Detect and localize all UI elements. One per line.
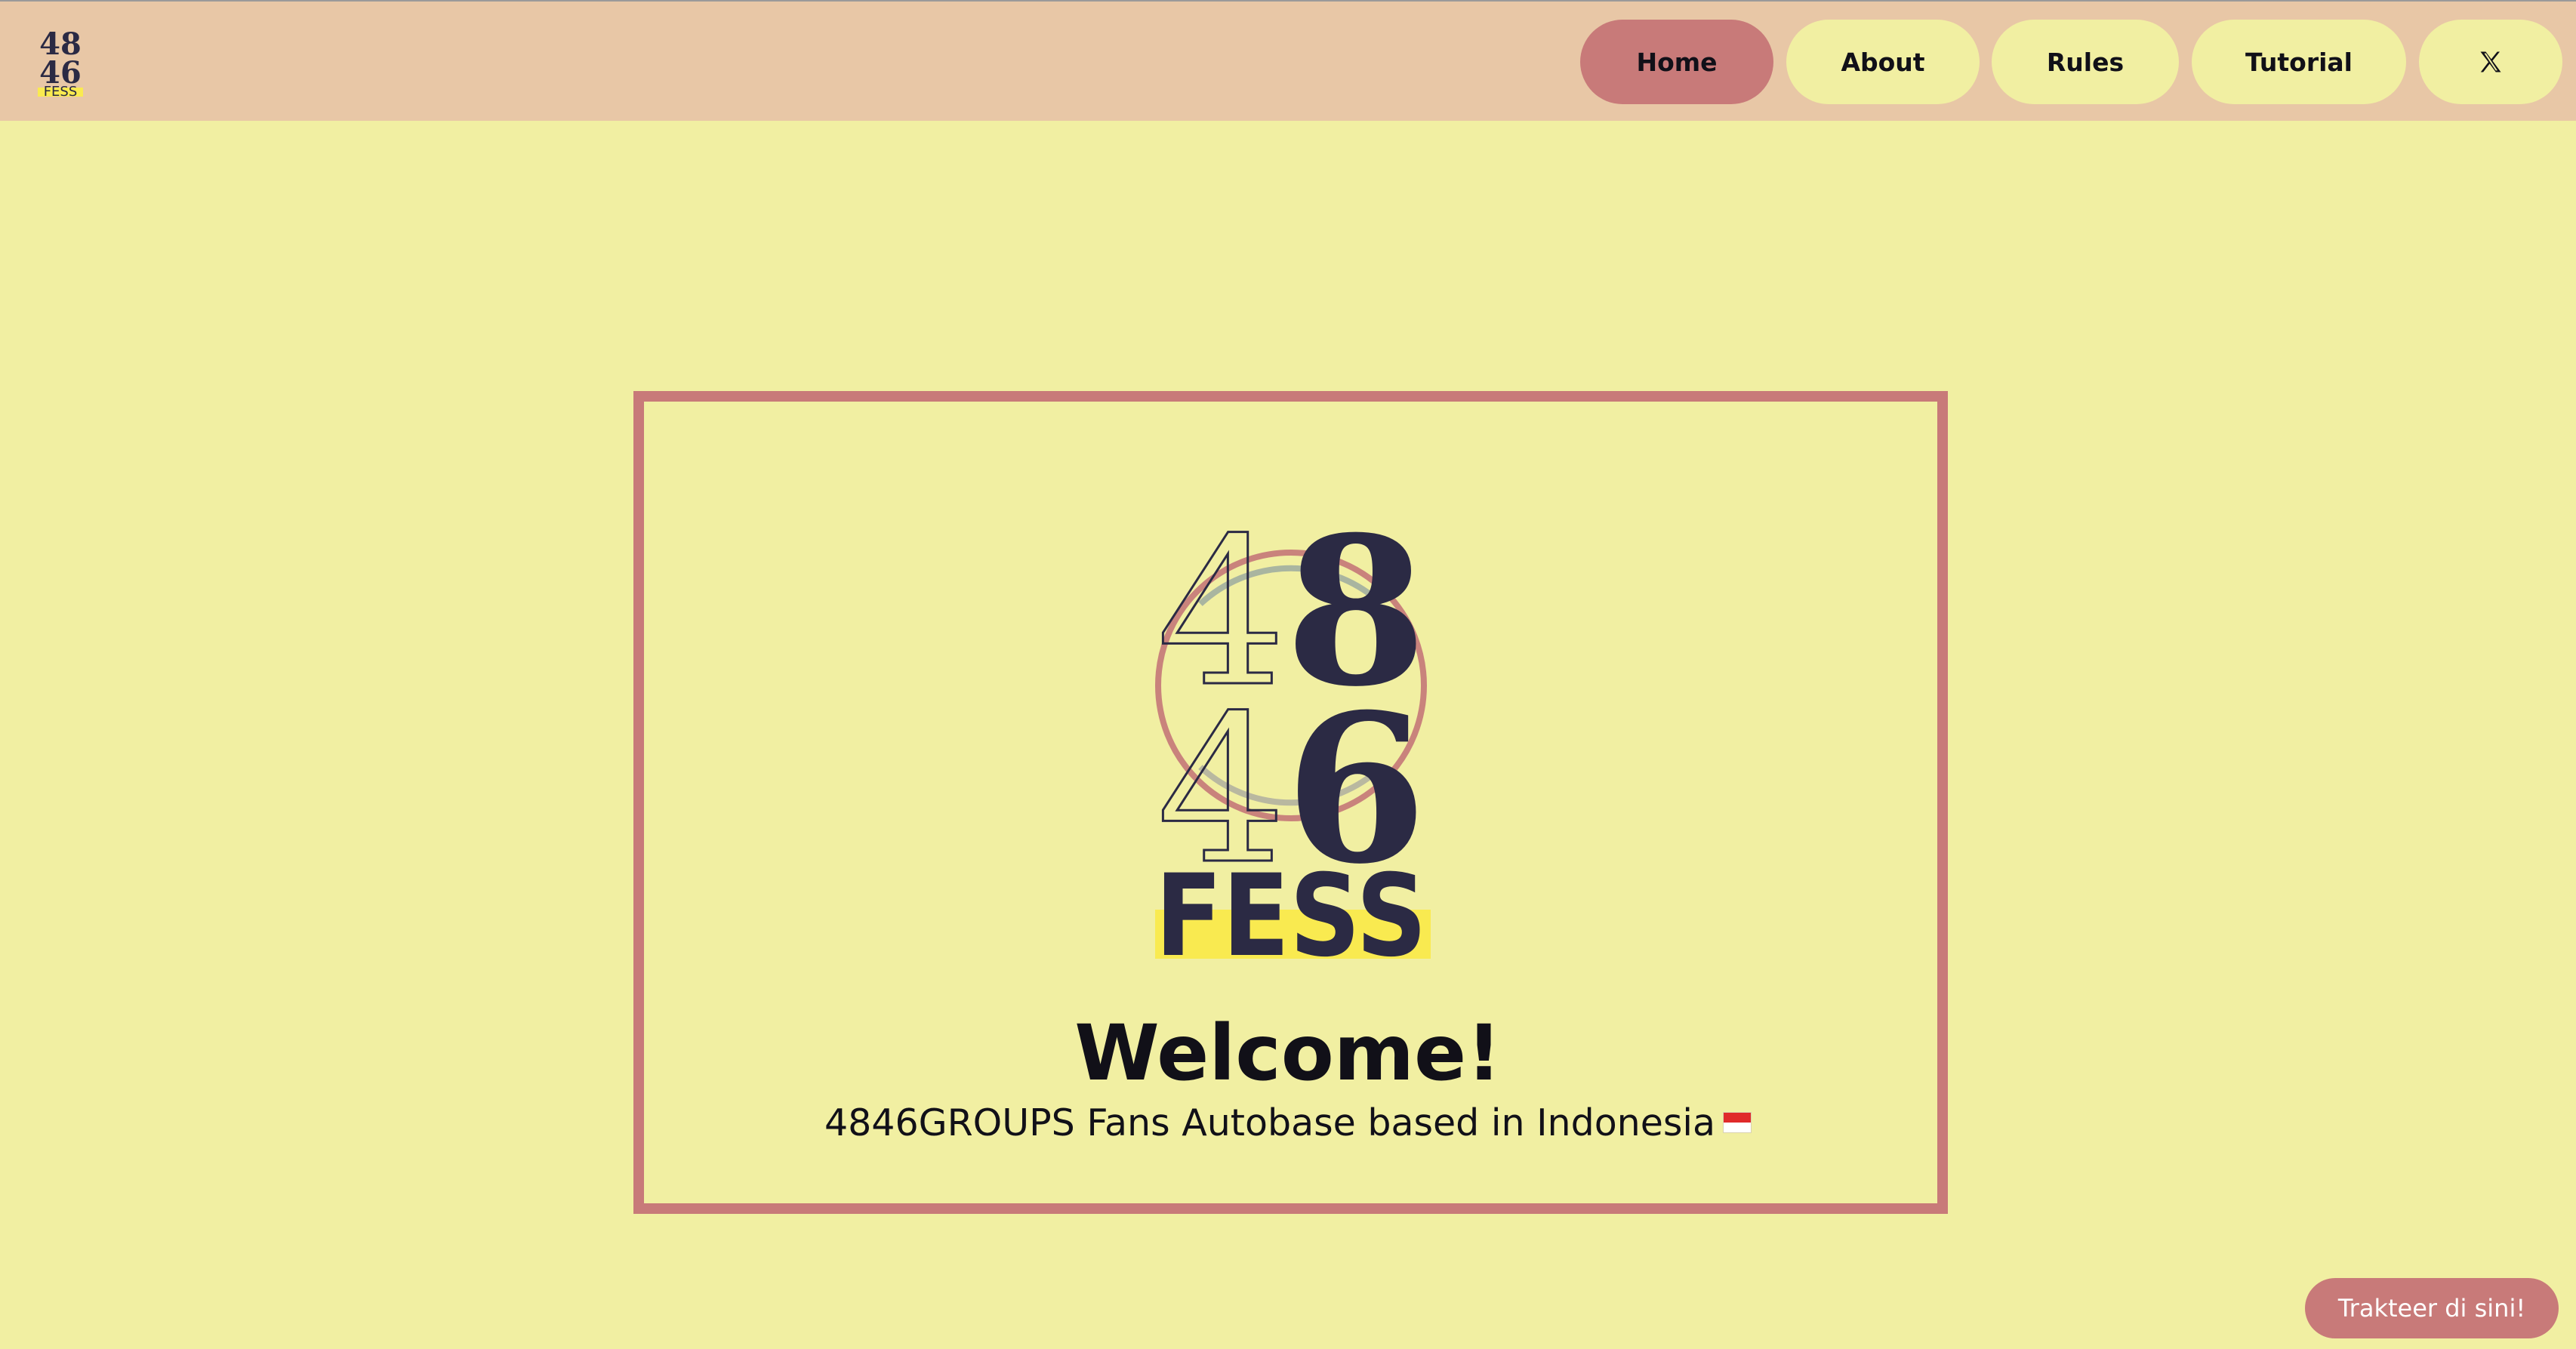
- x-link-button[interactable]: [2419, 20, 2562, 104]
- page-subtitle: 4846GROUPS Fans Autobase based in Indone…: [0, 1104, 2576, 1141]
- logo-fess-text: FESS: [1155, 851, 1427, 966]
- svg-text:FESS: FESS: [44, 84, 78, 98]
- nav-rules-button[interactable]: Rules: [1992, 20, 2179, 104]
- site-logo-icon[interactable]: 46 FESS 48: [35, 24, 86, 98]
- page-title: Welcome!: [1074, 1009, 1502, 1098]
- svg-text:48: 48: [39, 26, 82, 62]
- nav-home-button[interactable]: Home: [1580, 20, 1773, 104]
- trakteer-button[interactable]: Trakteer di sini!: [2305, 1278, 2559, 1338]
- navbar: 46 FESS 48 Home About Rules Tutorial: [0, 2, 2576, 121]
- 4846fess-logo: 4 4 8 6 FESS: [1155, 513, 1431, 966]
- subtitle-text: 4846GROUPS Fans Autobase based in Indone…: [824, 1101, 1716, 1144]
- nav-about-button[interactable]: About: [1786, 20, 1980, 104]
- x-twitter-icon: [2480, 51, 2501, 72]
- indonesia-flag-icon: [1723, 1111, 1752, 1133]
- nav-tutorial-button[interactable]: Tutorial: [2192, 20, 2406, 104]
